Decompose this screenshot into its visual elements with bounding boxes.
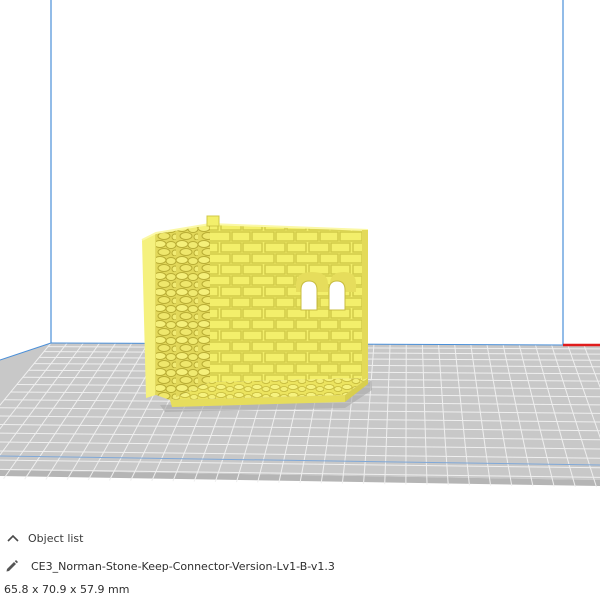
object-name[interactable]: CE3_Norman-Stone-Keep-Connector-Version-… <box>31 560 335 573</box>
object-list-toggle[interactable]: Object list <box>0 527 83 549</box>
model-norman-stone-keep-connector[interactable] <box>141 215 369 407</box>
model-left-wall <box>156 224 210 400</box>
chevron-up-icon[interactable] <box>2 527 24 549</box>
model-turret <box>206 215 220 227</box>
scene-canvas[interactable] <box>0 0 600 525</box>
object-name-row: CE3_Norman-Stone-Keep-Connector-Version-… <box>0 555 335 577</box>
slicer-window: Object list CE3_Norman-Stone-Keep-Connec… <box>0 0 600 602</box>
pencil-icon[interactable] <box>1 555 23 577</box>
object-list-label: Object list <box>28 531 84 545</box>
object-dimensions: 65.8 x 70.9 x 57.9 mm <box>4 583 130 596</box>
3d-viewport[interactable] <box>0 0 600 525</box>
